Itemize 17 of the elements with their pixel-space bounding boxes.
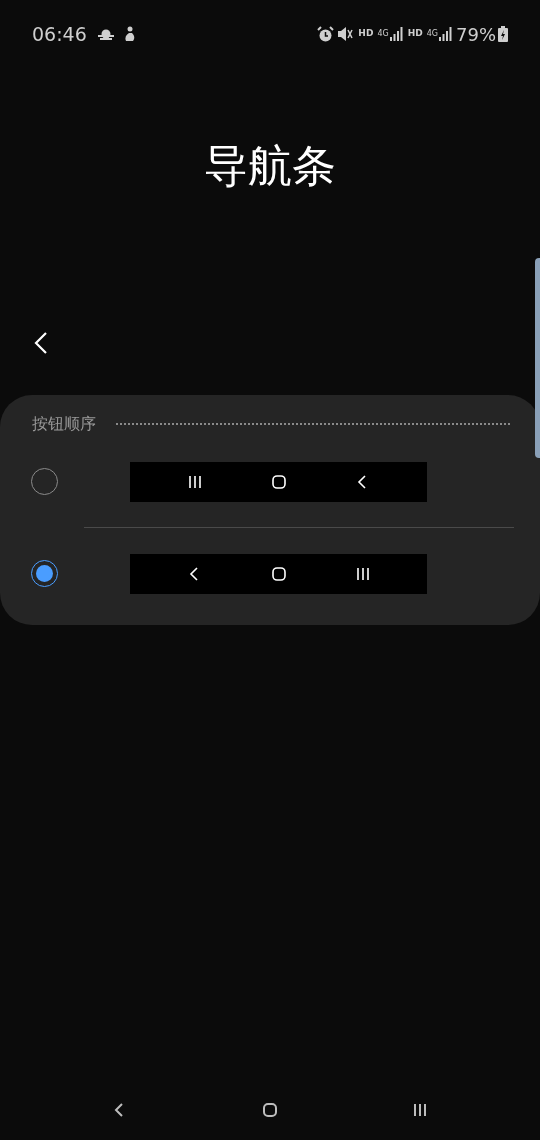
weather-icon (96, 27, 115, 41)
clock: 06:46 (32, 21, 87, 47)
alarm-icon (317, 25, 335, 43)
battery-percent: 79% (456, 22, 496, 47)
back-icon[interactable] (32, 331, 50, 355)
hd-label: HD (358, 27, 374, 41)
hd-label: HD (407, 27, 423, 41)
mute-icon (337, 26, 354, 42)
network-type: 4G (377, 30, 389, 38)
signal-icon (439, 27, 452, 41)
page-title: 导航条 (204, 144, 336, 188)
battery-icon (498, 26, 508, 42)
network-type: 4G (426, 30, 438, 38)
figure-icon (122, 26, 137, 42)
section-header: 按钮顺序 (32, 413, 96, 435)
signal-icon (389, 27, 403, 41)
home-icon[interactable] (260, 1100, 280, 1120)
